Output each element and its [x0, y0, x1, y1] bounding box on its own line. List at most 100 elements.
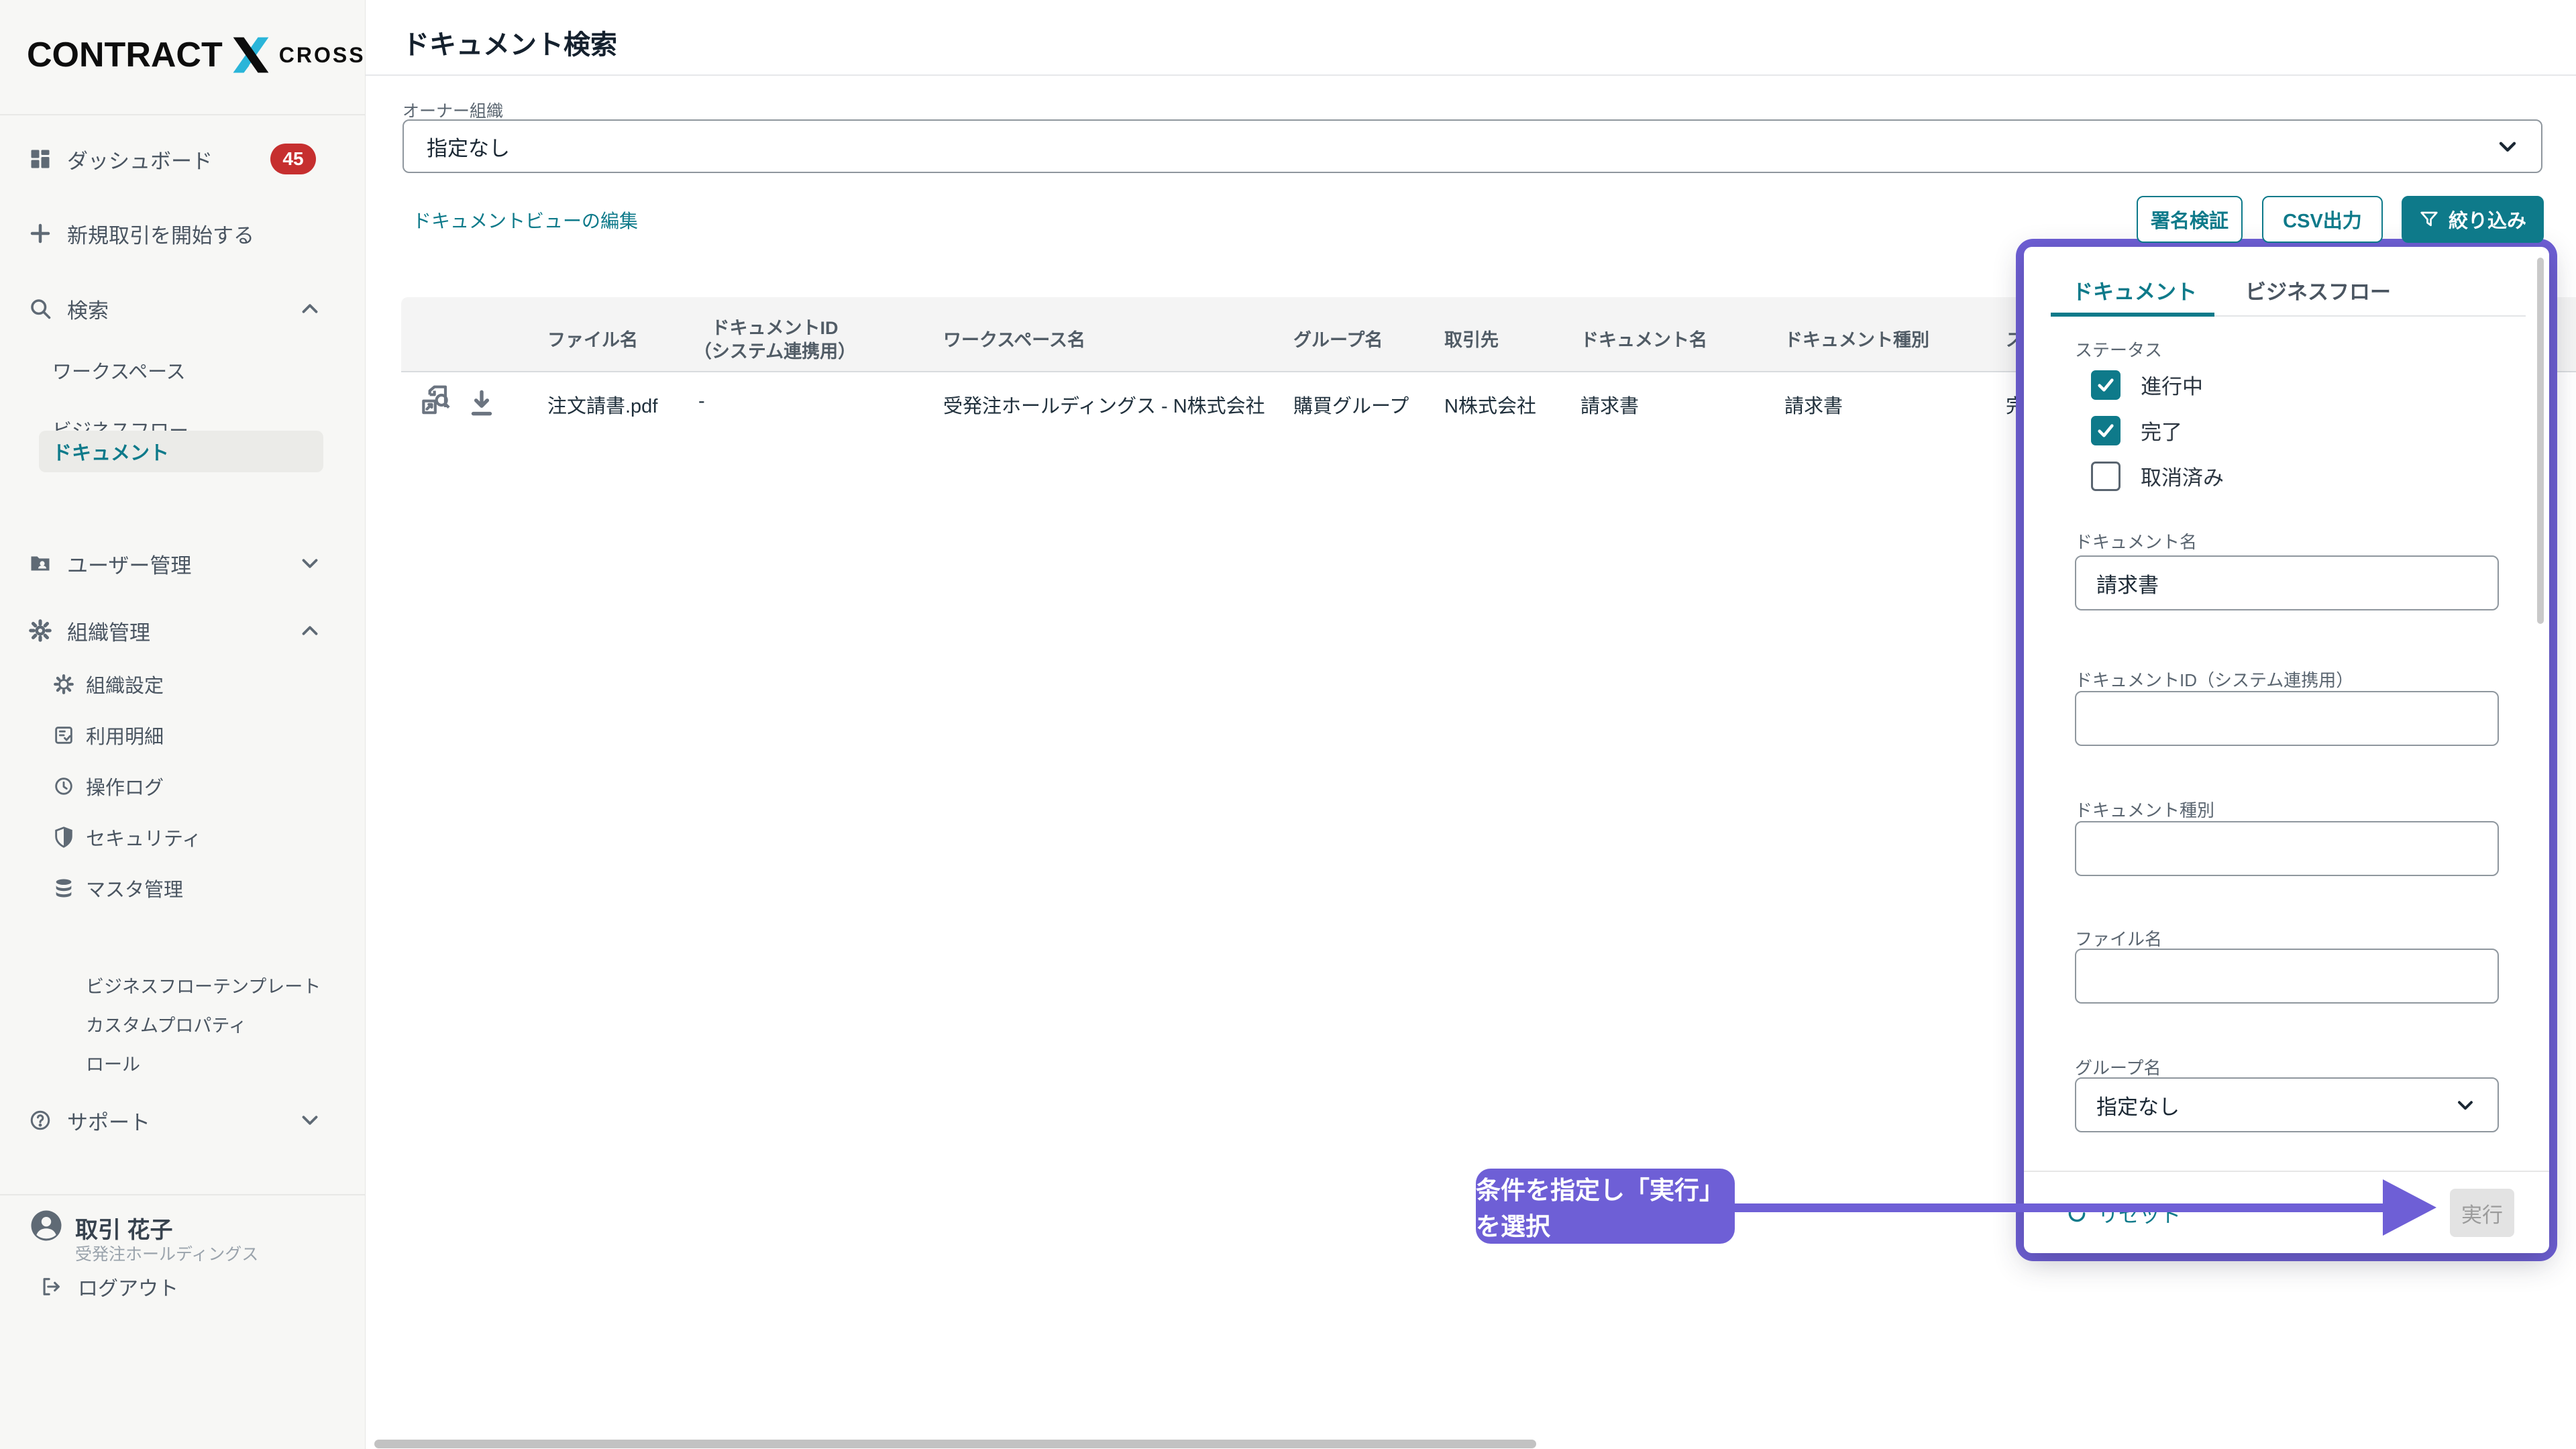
app-root: CONTRACT CROSS ダッシュボード 45 — [0, 0, 2576, 1449]
plus-icon — [27, 221, 54, 246]
gear-outline-icon — [52, 673, 75, 696]
sidebar: CONTRACT CROSS ダッシュボード 45 — [0, 0, 366, 1449]
owner-org-select[interactable]: 指定なし — [402, 119, 2542, 173]
doc-type-filter-label: ドキュメント種別 — [2075, 797, 2214, 822]
sidebar-item-label: カスタムプロパティ — [86, 1011, 247, 1037]
logo-text-cross: CROSS — [279, 43, 366, 68]
chevron-up-icon — [297, 618, 323, 643]
csv-export-button[interactable]: CSV出力 — [2262, 196, 2383, 243]
panel-footer-divider — [2024, 1171, 2549, 1172]
tab-document[interactable]: ドキュメント — [2072, 275, 2197, 305]
cell-doc-name: 請求書 — [1580, 390, 1639, 419]
logout-icon — [38, 1275, 64, 1298]
doc-name-filter-label: ドキュメント名 — [2075, 529, 2197, 553]
col-header-doc-id: ドキュメントID （システム連携用） — [684, 317, 865, 364]
preview-document-icon[interactable] — [417, 384, 455, 421]
checkbox-cancelled[interactable]: 取消済み — [2091, 461, 2224, 491]
folder-user-icon — [27, 551, 54, 576]
app-logo: CONTRACT CROSS — [27, 35, 366, 75]
logo-text-contract: CONTRACT — [27, 35, 223, 75]
doc-type-filter-input[interactable] — [2075, 821, 2499, 876]
chevron-down-icon — [297, 1108, 323, 1133]
file-name-filter-input[interactable] — [2075, 949, 2499, 1004]
annotation-arrow-line — [1733, 1203, 2385, 1212]
dashboard-icon — [27, 147, 54, 171]
help-icon — [27, 1108, 54, 1132]
panel-scrollbar-thumb[interactable] — [2537, 258, 2544, 624]
tab-businessflow[interactable]: ビジネスフロー — [2245, 275, 2391, 305]
sidebar-item-security[interactable]: セキュリティ — [0, 820, 366, 854]
sidebar-item-user-management[interactable]: ユーザー管理 — [0, 546, 366, 581]
doc-name-filter-input[interactable] — [2075, 555, 2499, 610]
sidebar-item-org-management[interactable]: 組織管理 — [0, 613, 366, 648]
sidebar-divider-bottom — [0, 1194, 366, 1195]
sidebar-item-label: 組織管理 — [67, 616, 150, 646]
sidebar-item-document-active[interactable]: ドキュメント — [39, 431, 323, 472]
funnel-icon — [2419, 209, 2439, 229]
run-button[interactable]: 実行 — [2450, 1189, 2514, 1237]
sidebar-item-usage[interactable]: 利用明細 — [0, 718, 366, 752]
sidebar-item-new-deal[interactable]: 新規取引を開始する — [0, 216, 366, 251]
sidebar-item-master-management[interactable]: マスタ管理 — [0, 871, 366, 905]
filter-panel: ドキュメント ビジネスフロー ステータス 進行中 完了 取消済み ド — [2024, 247, 2549, 1253]
checkbox-label: 完了 — [2141, 415, 2182, 445]
doc-id-filter-label: ドキュメントID（システム連携用） — [2075, 667, 2353, 692]
checkbox-done[interactable]: 完了 — [2091, 415, 2182, 445]
sidebar-item-role[interactable]: ロール — [0, 1046, 366, 1079]
sidebar-item-support[interactable]: サポート — [0, 1103, 366, 1138]
col-header-doc-name: ドキュメント名 — [1580, 329, 1707, 352]
horizontal-scrollbar-thumb[interactable] — [374, 1440, 1536, 1448]
shield-icon — [52, 826, 75, 849]
group-filter-select[interactable]: 指定なし — [2075, 1077, 2499, 1132]
group-filter-value: 指定なし — [2096, 1090, 2180, 1120]
sidebar-item-workspace[interactable]: ワークスペース — [0, 354, 366, 387]
reset-link[interactable]: リセット — [2065, 1198, 2181, 1228]
chevron-up-icon — [297, 296, 323, 321]
logo-x-icon — [229, 36, 272, 74]
sidebar-item-custom-property[interactable]: カスタムプロパティ — [0, 1007, 366, 1040]
chevron-down-icon — [297, 551, 323, 576]
sidebar-item-search[interactable]: 検索 — [0, 291, 366, 326]
col-header-workspace: ワークスペース名 — [943, 329, 1085, 352]
checkbox-label: 進行中 — [2141, 370, 2203, 400]
signature-verify-button[interactable]: 署名検証 — [2137, 196, 2243, 243]
checkbox-in-progress[interactable]: 進行中 — [2091, 370, 2203, 400]
search-icon — [27, 297, 54, 321]
sidebar-item-label: ユーザー管理 — [67, 549, 191, 579]
history-icon — [52, 775, 75, 798]
checkbox-checked-icon — [2091, 416, 2121, 445]
checkbox-label: 取消済み — [2141, 461, 2224, 491]
col-header-group: グループ名 — [1293, 329, 1383, 352]
checkbox-unchecked-icon — [2091, 462, 2121, 491]
cell-file: 注文請書.pdf — [547, 390, 657, 419]
col-header-doc-type: ドキュメント種別 — [1784, 329, 1929, 352]
logout-button[interactable]: ログアウト — [0, 1269, 366, 1304]
sidebar-item-label: ビジネスフローテンプレート — [86, 972, 321, 998]
sidebar-item-label: サポート — [67, 1106, 150, 1136]
sidebar-item-label: ワークスペース — [52, 356, 186, 384]
edit-document-view-link[interactable]: ドキュメントビューの編集 — [413, 207, 638, 233]
sidebar-item-org-settings[interactable]: 組織設定 — [0, 667, 366, 701]
status-filter-label: ステータス — [2075, 337, 2162, 362]
sidebar-item-bf-template[interactable]: ビジネスフローテンプレート — [0, 968, 366, 1002]
cell-doc-id: - — [698, 390, 705, 413]
doc-id-filter-input[interactable] — [2075, 691, 2499, 746]
cell-doc-type: 請求書 — [1784, 390, 1843, 419]
sidebar-item-label: ダッシュボード — [67, 144, 213, 174]
checkbox-checked-icon — [2091, 370, 2121, 400]
sidebar-item-label: 検索 — [67, 294, 109, 324]
sidebar-item-label: 新規取引を開始する — [67, 219, 254, 249]
sidebar-divider-top — [0, 114, 366, 115]
sidebar-item-label: マスタ管理 — [86, 874, 183, 902]
dashboard-badge: 45 — [270, 144, 316, 174]
filter-button[interactable]: 絞り込み — [2402, 196, 2544, 243]
chevron-down-icon — [2494, 133, 2521, 160]
sidebar-item-label: 組織設定 — [86, 670, 164, 698]
sidebar-item-operation-log[interactable]: 操作ログ — [0, 769, 366, 803]
file-name-filter-label: ファイル名 — [2075, 926, 2162, 951]
annotation-callout: 条件を指定し「実行」を選択 — [1476, 1169, 1735, 1244]
cell-partner: N株式会社 — [1444, 390, 1536, 419]
receipt-icon — [52, 724, 75, 747]
download-icon[interactable] — [465, 386, 498, 420]
annotation-arrow-head — [2383, 1179, 2436, 1236]
